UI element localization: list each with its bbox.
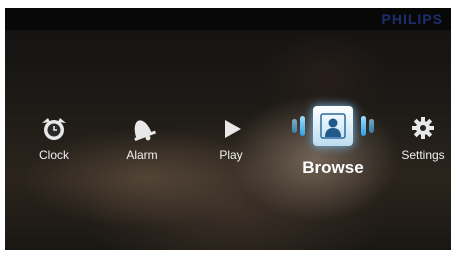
selection-indicator-left [290, 114, 310, 138]
menu-item-play[interactable]: Play [209, 114, 253, 162]
menu-item-label: Clock [38, 148, 69, 162]
play-icon [225, 120, 241, 138]
menu-item-browse[interactable]: Browse [287, 106, 379, 178]
selection-indicator-right [356, 114, 376, 138]
brand-logo: PHILIPS [381, 11, 443, 27]
menu-item-clock[interactable]: Clock [29, 114, 79, 162]
browse-tile [313, 106, 353, 146]
menu-item-label: Settings [401, 148, 445, 162]
top-bar: PHILIPS [5, 8, 451, 30]
menu-item-alarm[interactable]: Alarm [117, 114, 167, 162]
settings-icon [412, 117, 434, 139]
browse-selection-highlight [287, 106, 379, 150]
photo-frame-screen: PHILIPS Clock Alarm Play Browse Settings [5, 8, 451, 250]
menu-item-label: Play [219, 148, 243, 162]
browse-icon [320, 113, 346, 139]
alarm-icon [134, 120, 157, 141]
menu-item-label: Browse [302, 158, 364, 177]
menu-item-settings[interactable]: Settings [395, 114, 451, 162]
menu-item-label: Alarm [126, 148, 158, 162]
clock-icon [42, 118, 66, 140]
